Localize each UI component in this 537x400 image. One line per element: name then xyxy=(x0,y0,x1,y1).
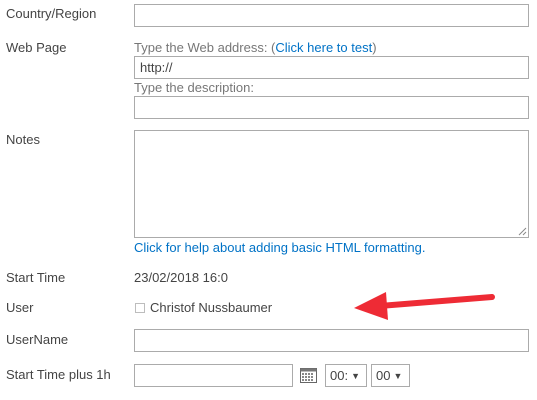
date-input[interactable] xyxy=(134,364,293,387)
start-time-value: 23/02/2018 16:0 xyxy=(134,270,228,285)
chevron-down-icon: ▼ xyxy=(351,371,360,381)
country-region-label: Country/Region xyxy=(6,6,97,21)
web-page-label: Web Page xyxy=(6,40,67,55)
html-help-link[interactable]: Click for help about adding basic HTML f… xyxy=(134,240,425,256)
user-checkbox[interactable] xyxy=(135,303,145,313)
username-input[interactable] xyxy=(134,329,529,352)
calendar-icon[interactable] xyxy=(300,367,317,383)
user-label: User xyxy=(6,300,34,315)
start-time-label: Start Time xyxy=(6,270,66,285)
web-description-hint: Type the description: xyxy=(134,80,254,95)
web-address-hint-suffix: ) xyxy=(372,40,377,55)
web-description-input[interactable] xyxy=(134,96,529,119)
username-label: UserName xyxy=(6,332,69,347)
resize-grip-icon[interactable] xyxy=(517,226,527,236)
minute-select[interactable]: 00 ▼ xyxy=(371,364,410,387)
red-arrow-annotation xyxy=(354,292,495,320)
country-region-input[interactable] xyxy=(134,4,529,27)
web-address-input[interactable]: http:// xyxy=(134,56,529,79)
notes-label: Notes xyxy=(6,132,40,147)
hour-select[interactable]: 00: ▼ xyxy=(325,364,367,387)
web-address-hint: Type the Web address: (Click here to tes… xyxy=(134,40,377,56)
web-address-hint-prefix: Type the Web address: ( xyxy=(134,40,276,55)
user-name-value: Christof Nussbaumer xyxy=(150,300,273,315)
minute-select-value: 00 xyxy=(376,368,391,383)
test-link[interactable]: Click here to test xyxy=(275,40,372,55)
start-time-plus-1h-label: Start Time plus 1h xyxy=(6,367,111,382)
notes-textarea[interactable] xyxy=(134,130,529,238)
hour-select-value: 00: xyxy=(330,368,349,383)
chevron-down-icon: ▼ xyxy=(393,371,403,381)
